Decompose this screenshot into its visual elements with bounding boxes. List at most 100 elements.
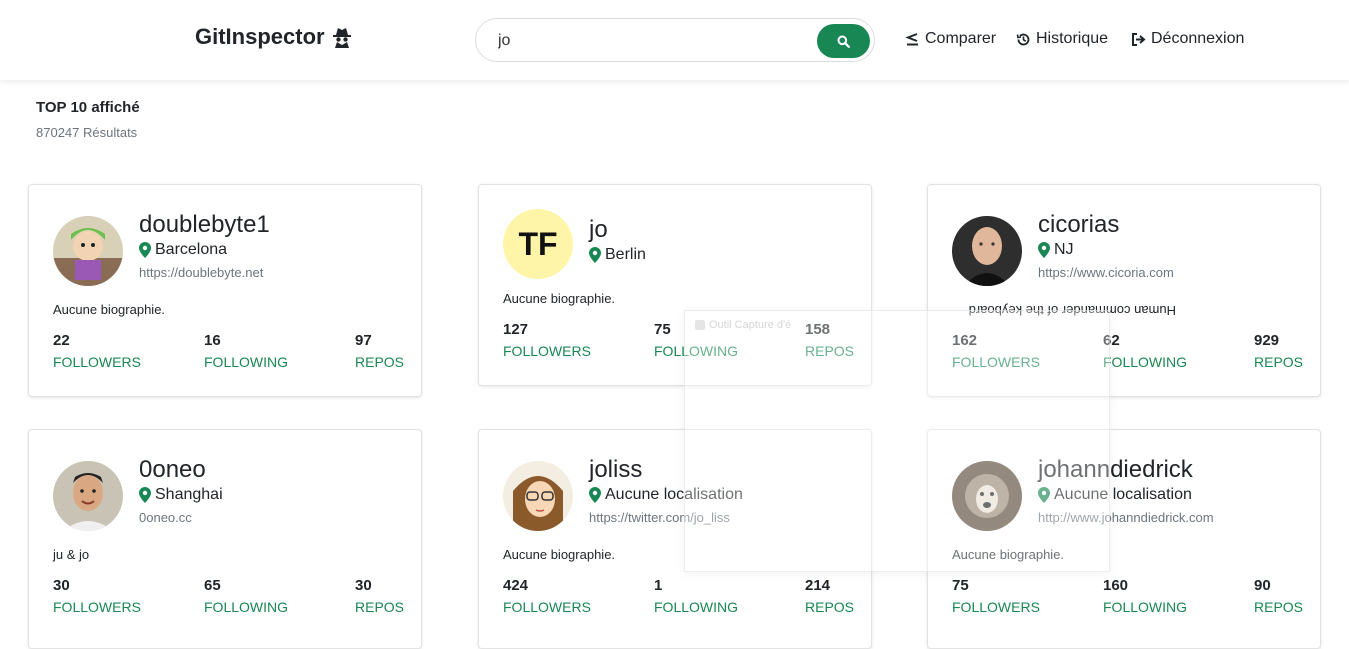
- repos-count: 97: [355, 332, 372, 349]
- location-label: Barcelona: [155, 241, 228, 258]
- map-marker-icon: [589, 247, 601, 263]
- repos-stat: 214 REPOS: [805, 577, 854, 615]
- overlay-title: Outil Capture d'é: [695, 319, 791, 331]
- followers-count: 75: [952, 577, 969, 594]
- less-equal-icon: [905, 32, 918, 45]
- followers-stat: 75 FOLLOWERS: [952, 577, 1040, 615]
- location-label: Shanghai: [155, 486, 223, 503]
- following-label: FOLLOWING: [1103, 354, 1188, 370]
- user-card[interactable]: 0oneo Shanghai 0oneo.cc ju & jo 30 FOLLO…: [28, 429, 422, 649]
- following-label: FOLLOWING: [204, 354, 289, 370]
- history-icon: [1016, 33, 1030, 45]
- blog-link[interactable]: https://doublebyte.net: [139, 265, 263, 280]
- search-icon: [837, 35, 850, 48]
- location: Shanghai: [139, 486, 223, 504]
- username[interactable]: doublebyte1: [139, 211, 270, 239]
- spy-icon: [332, 28, 351, 48]
- location-label: NJ: [1054, 241, 1074, 258]
- avatar: [952, 216, 1022, 286]
- followers-label: FOLLOWERS: [503, 343, 591, 359]
- svg-text:TF: TF: [518, 226, 557, 262]
- following-label: FOLLOWING: [204, 599, 289, 615]
- brand[interactable]: GitInspector: [195, 24, 353, 50]
- following-stat: 160 FOLLOWING: [1103, 577, 1187, 615]
- map-marker-icon: [589, 487, 601, 503]
- following-count: 62: [1103, 332, 1120, 349]
- repos-count: 929: [1254, 332, 1280, 349]
- repos-count: 90: [1254, 577, 1271, 594]
- search-button[interactable]: [817, 24, 870, 58]
- repos-stat: 929 REPOS: [1254, 332, 1303, 370]
- bio: Aucune biographie.: [503, 291, 616, 306]
- bio: Aucune biographie.: [503, 547, 616, 562]
- nav-logout-label: Déconnexion: [1151, 30, 1245, 47]
- bio: Aucune biographie.: [53, 302, 166, 317]
- repos-label: REPOS: [355, 599, 405, 615]
- followers-stat: 424 FOLLOWERS: [503, 577, 591, 615]
- map-marker-icon: [139, 242, 151, 258]
- followers-stat: 30 FOLLOWERS: [53, 577, 141, 615]
- blog-link[interactable]: https://www.cicoria.com: [1038, 265, 1174, 280]
- username[interactable]: cicorias: [1038, 211, 1119, 239]
- followers-label: FOLLOWERS: [503, 599, 591, 615]
- search-input[interactable]: [498, 29, 798, 53]
- followers-label: FOLLOWERS: [53, 354, 141, 370]
- username[interactable]: 0oneo: [139, 456, 206, 484]
- following-count: 1: [654, 577, 663, 594]
- brand-label: GitInspector: [195, 24, 325, 49]
- location: Barcelona: [139, 241, 227, 259]
- results-count: 870247 Résultats: [36, 125, 138, 140]
- location: Berlin: [589, 246, 646, 264]
- following-label: FOLLOWING: [1103, 599, 1188, 615]
- nav-logout[interactable]: Déconnexion: [1131, 30, 1244, 48]
- following-stat: 1 FOLLOWING: [654, 577, 738, 615]
- user-card[interactable]: doublebyte1 Barcelona https://doublebyte…: [28, 184, 422, 397]
- followers-count: 127: [503, 321, 529, 338]
- nav-history[interactable]: Historique: [1016, 30, 1108, 48]
- followers-count: 30: [53, 577, 70, 594]
- following-stat: 65 FOLLOWING: [204, 577, 288, 615]
- following-stat: 62 FOLLOWING: [1103, 332, 1187, 370]
- search-bar: [475, 18, 875, 62]
- nav-history-label: Historique: [1036, 30, 1109, 47]
- nav-compare-label: Comparer: [925, 30, 997, 47]
- repos-stat: 97 REPOS: [355, 332, 404, 370]
- following-count: 16: [204, 332, 221, 349]
- location-label: Berlin: [605, 246, 646, 263]
- followers-label: FOLLOWERS: [952, 599, 1040, 615]
- username[interactable]: jo: [589, 216, 608, 244]
- avatar: TF: [503, 209, 573, 279]
- followers-count: 424: [503, 577, 529, 594]
- repos-label: REPOS: [1254, 354, 1304, 370]
- navbar: GitInspector Comparer His: [0, 0, 1349, 80]
- avatar: [53, 461, 123, 531]
- following-count: 160: [1103, 577, 1129, 594]
- repos-stat: 30 REPOS: [355, 577, 404, 615]
- repos-count: 30: [355, 577, 372, 594]
- repos-label: REPOS: [1254, 599, 1304, 615]
- followers-label: FOLLOWERS: [53, 599, 141, 615]
- overlay-title-label: Outil Capture d'é: [709, 319, 792, 331]
- repos-label: REPOS: [805, 599, 855, 615]
- following-stat: 16 FOLLOWING: [204, 332, 288, 370]
- following-count: 65: [204, 577, 221, 594]
- snipping-tool-icon: [695, 320, 705, 330]
- following-label: FOLLOWING: [654, 599, 739, 615]
- followers-stat: 22 FOLLOWERS: [53, 332, 141, 370]
- location: NJ: [1038, 241, 1074, 259]
- bio: ju & jo: [53, 547, 90, 562]
- map-marker-icon: [139, 487, 151, 503]
- username[interactable]: joliss: [589, 456, 642, 484]
- nav-compare[interactable]: Comparer: [905, 30, 996, 48]
- repos-count: 214: [805, 577, 831, 594]
- repos-stat: 90 REPOS: [1254, 577, 1303, 615]
- snipping-tool-overlay: Outil Capture d'é: [684, 310, 1110, 572]
- avatar: [53, 216, 123, 286]
- map-marker-icon: [1038, 242, 1050, 258]
- logout-icon: [1132, 32, 1146, 46]
- results-title: TOP 10 affiché: [36, 99, 140, 116]
- followers-stat: 127 FOLLOWERS: [503, 321, 591, 359]
- blog-link[interactable]: 0oneo.cc: [139, 510, 192, 525]
- avatar: [503, 461, 573, 531]
- followers-count: 22: [53, 332, 70, 349]
